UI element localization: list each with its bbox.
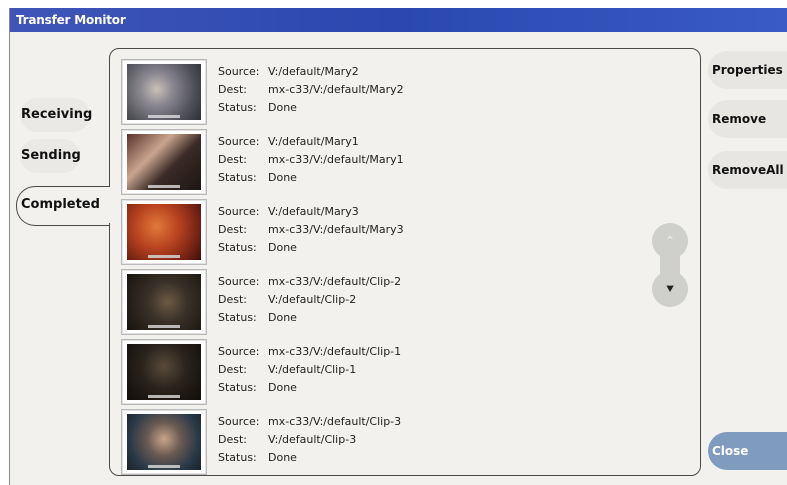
source-value: V:/default/Mary2: [268, 65, 359, 78]
tab-receiving-label: Receiving: [21, 107, 93, 122]
source-value: mx-c33/V:/default/Clip-3: [268, 415, 402, 428]
dest-label: Dest:: [218, 153, 247, 166]
close-button-label: Close: [712, 444, 749, 458]
clip-thumbnail: [121, 409, 207, 475]
source-label: Source:: [218, 65, 260, 78]
transfer-list-panel: Source: V:/default/Mary2 Dest: mx-c33/V:/d…: [109, 48, 701, 476]
clip-thumbnail: [121, 129, 207, 195]
chevron-up-icon: ⌃: [664, 234, 676, 248]
clip-thumbnail: [121, 59, 207, 125]
tab-sending[interactable]: Sending: [20, 139, 81, 173]
source-label: Source:: [218, 275, 260, 288]
source-label: Source:: [218, 345, 260, 358]
status-label: Status:: [218, 381, 257, 394]
clip-thumbnail: [121, 339, 207, 405]
dest-label: Dest:: [218, 293, 247, 306]
dest-value: V:/default/Clip-3: [268, 433, 357, 446]
status-value: Done: [268, 171, 297, 184]
dest-value: mx-c33/V:/default/Mary1: [268, 153, 404, 166]
status-label: Status:: [218, 101, 257, 114]
status-label: Status:: [218, 451, 257, 464]
dest-value: V:/default/Clip-2: [268, 293, 357, 306]
dest-label: Dest:: [218, 83, 247, 96]
scroll-controls: ⌃ ⯆: [652, 221, 688, 311]
transfer-row[interactable]: Source: mx-c33/V:/default/Clip-2 Dest: V:/…: [121, 269, 681, 337]
transfer-row[interactable]: Source: V:/default/Mary2 Dest: mx-c33/V:/d…: [121, 59, 681, 127]
double-chevron-down-icon: ⯆: [665, 282, 675, 296]
transfer-row[interactable]: Source: mx-c33/V:/default/Clip-3 Dest: V:/…: [121, 409, 681, 475]
source-value: V:/default/Mary3: [268, 205, 359, 218]
dest-value: V:/default/Clip-1: [268, 363, 357, 376]
transfer-row[interactable]: Source: V:/default/Mary3 Dest: mx-c33/V:/d…: [121, 199, 681, 267]
window-title: Transfer Monitor: [16, 13, 126, 27]
clip-thumbnail: [121, 199, 207, 265]
source-label: Source:: [218, 205, 260, 218]
tab-completed[interactable]: Completed: [16, 186, 116, 224]
scroll-up-button[interactable]: ⌃: [652, 223, 688, 259]
transfer-row[interactable]: Source: V:/default/Mary1 Dest: mx-c33/V:/d…: [121, 129, 681, 197]
transfer-row[interactable]: Source: mx-c33/V:/default/Clip-1 Dest: V:/…: [121, 339, 681, 407]
remove-button-label: Remove: [712, 112, 767, 126]
properties-button[interactable]: Properties: [708, 51, 787, 89]
clip-thumbnail: [121, 269, 207, 335]
scroll-down-button[interactable]: ⯆: [652, 271, 688, 307]
status-value: Done: [268, 101, 297, 114]
dest-value: mx-c33/V:/default/Mary2: [268, 83, 404, 96]
remove-all-button[interactable]: RemoveAll: [708, 151, 787, 189]
transfer-monitor-window: Transfer Monitor Receiving Sending Sourc…: [9, 8, 787, 485]
source-label: Source:: [218, 415, 260, 428]
properties-button-label: Properties: [712, 63, 783, 77]
remove-button[interactable]: Remove: [708, 100, 787, 138]
source-value: V:/default/Mary1: [268, 135, 359, 148]
status-value: Done: [268, 381, 297, 394]
dest-label: Dest:: [218, 223, 247, 236]
status-label: Status:: [218, 171, 257, 184]
tab-completed-label: Completed: [21, 197, 100, 212]
tab-sending-label: Sending: [21, 148, 81, 163]
source-label: Source:: [218, 135, 260, 148]
source-value: mx-c33/V:/default/Clip-1: [268, 345, 402, 358]
remove-all-button-label: RemoveAll: [712, 163, 784, 177]
dest-label: Dest:: [218, 363, 247, 376]
dest-value: mx-c33/V:/default/Mary3: [268, 223, 404, 236]
status-value: Done: [268, 241, 297, 254]
dest-label: Dest:: [218, 433, 247, 446]
status-label: Status:: [218, 241, 257, 254]
status-value: Done: [268, 311, 297, 324]
close-button[interactable]: Close: [708, 432, 787, 470]
status-value: Done: [268, 451, 297, 464]
status-label: Status:: [218, 311, 257, 324]
source-value: mx-c33/V:/default/Clip-2: [268, 275, 402, 288]
title-bar: Transfer Monitor: [10, 8, 787, 32]
tab-receiving[interactable]: Receiving: [20, 98, 93, 132]
